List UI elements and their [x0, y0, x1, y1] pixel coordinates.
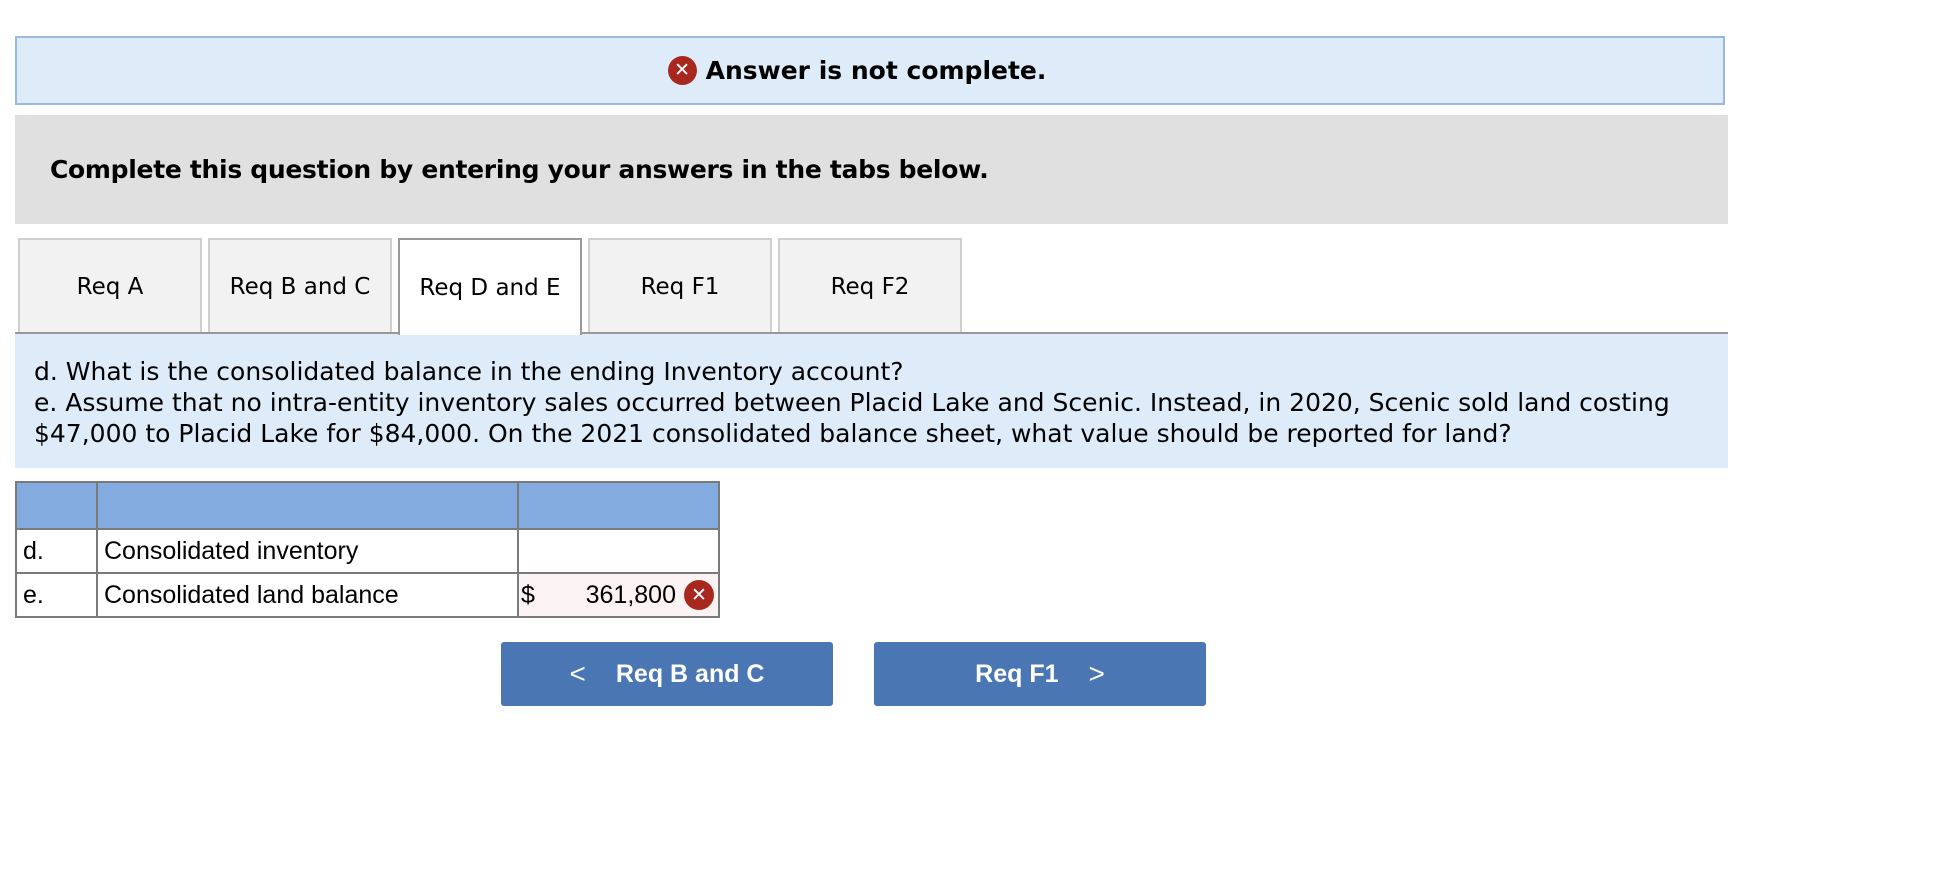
land-value: 361,800 — [585, 580, 676, 609]
banner-text: Answer is not complete. — [705, 56, 1047, 85]
answer-status-banner: ✕ Answer is not complete. — [15, 36, 1725, 105]
consolidated-land-input[interactable]: $ 361,800 ✕ — [517, 572, 720, 618]
tab-req-f1[interactable]: Req F1 — [588, 238, 772, 333]
instructions-text: Complete this question by entering your … — [50, 155, 989, 184]
row-letter: d. — [15, 528, 98, 574]
chevron-left-icon: < — [569, 658, 586, 689]
tab-req-f2[interactable]: Req F2 — [778, 238, 962, 333]
instructions-panel: Complete this question by entering your … — [15, 115, 1728, 224]
tab-req-d-and-e[interactable]: Req D and E — [398, 238, 582, 335]
tab-req-b-and-c[interactable]: Req B and C — [208, 238, 392, 333]
tab-bar: Req A Req B and C Req D and E Req F1 Req… — [18, 238, 968, 335]
row-letter: e. — [15, 572, 98, 618]
row-label: Consolidated land balance — [96, 572, 519, 618]
question-e: e. Assume that no intra-entity inventory… — [34, 388, 1670, 448]
question-panel: d. What is the consolidated balance in t… — [15, 334, 1728, 468]
prev-req-button[interactable]: < Req B and C — [501, 642, 833, 706]
table-row: d. Consolidated inventory — [15, 528, 720, 574]
table-row: e. Consolidated land balance $ 361,800 ✕ — [15, 572, 720, 618]
answer-table: d. Consolidated inventory e. Consolidate… — [15, 481, 720, 618]
next-req-button[interactable]: Req F1 > — [874, 642, 1206, 706]
incorrect-x-icon: ✕ — [684, 580, 714, 610]
header-cell-label — [96, 481, 519, 530]
tab-req-a[interactable]: Req A — [18, 238, 202, 333]
chevron-right-icon: > — [1088, 658, 1105, 689]
header-cell-letter — [15, 481, 98, 530]
consolidated-inventory-input[interactable] — [517, 528, 720, 574]
prev-req-label: Req B and C — [615, 659, 765, 688]
question-d: d. What is the consolidated balance in t… — [34, 357, 904, 386]
row-label: Consolidated inventory — [96, 528, 519, 574]
currency-symbol: $ — [521, 580, 535, 609]
header-cell-value — [517, 481, 720, 530]
error-x-icon: ✕ — [667, 56, 697, 85]
table-header-row — [15, 481, 720, 530]
next-req-label: Req F1 — [975, 659, 1059, 688]
